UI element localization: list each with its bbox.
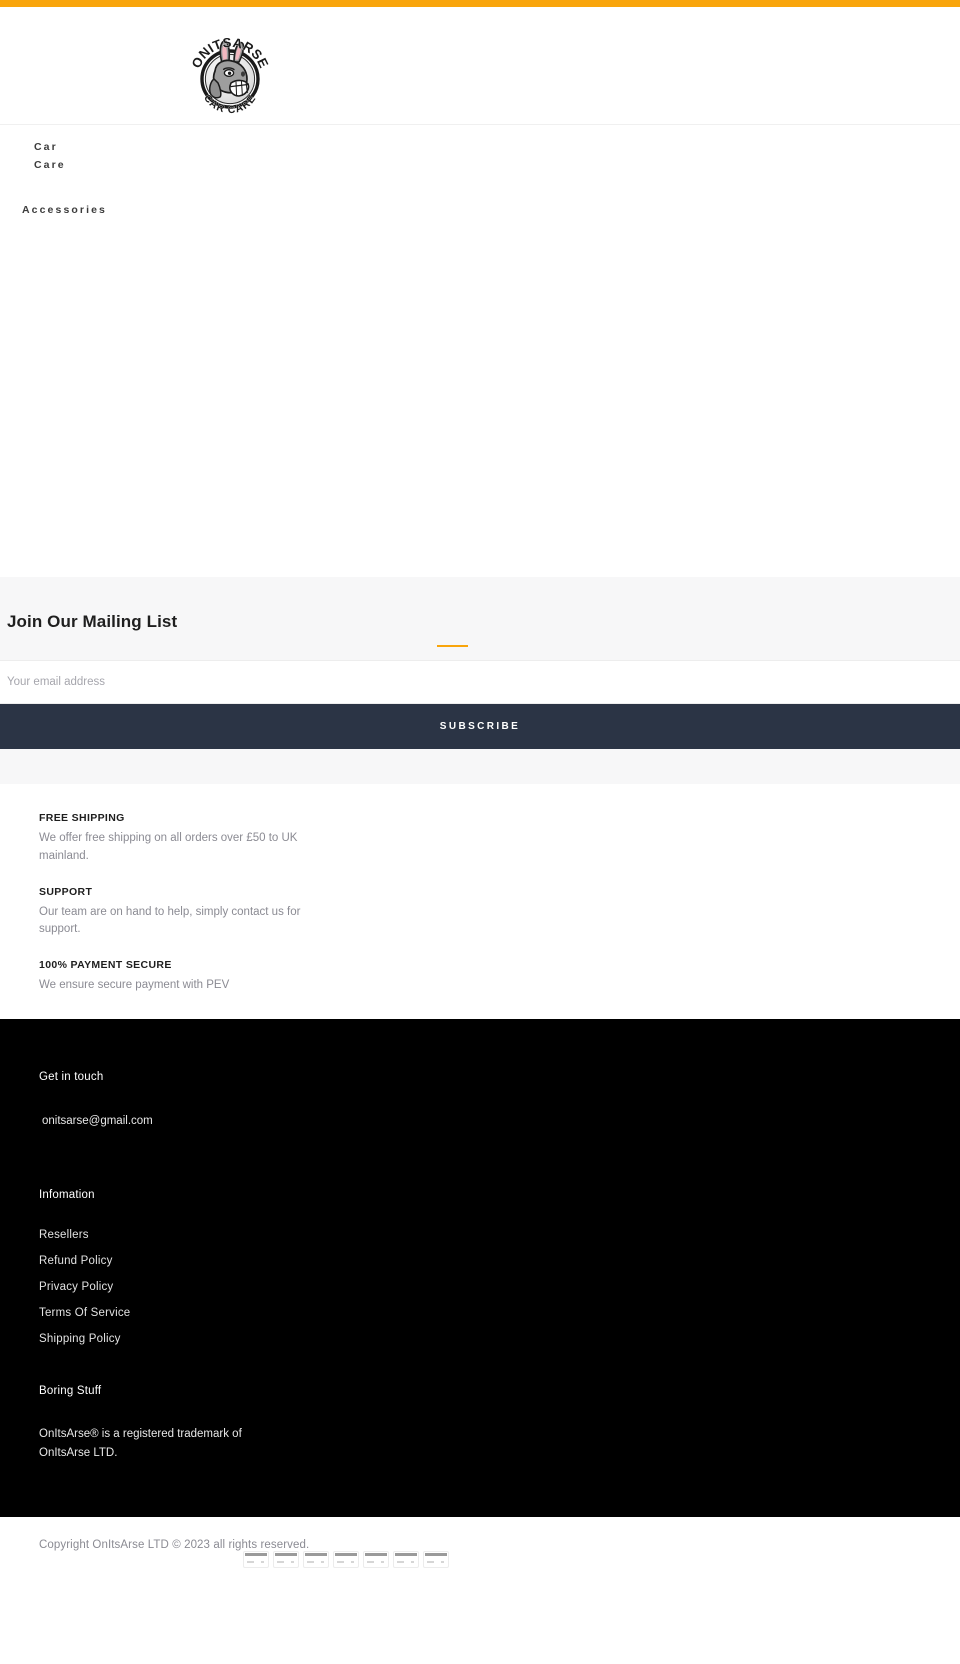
email-field-wrapper[interactable] xyxy=(0,660,960,704)
footer-link-refund-policy[interactable]: Refund Policy xyxy=(39,1255,960,1267)
payment-card-icon-6 xyxy=(393,1551,419,1569)
payment-card-icon-4 xyxy=(333,1551,359,1569)
page-root: ONITSARSE CAR CARE Car Care Accessories … xyxy=(0,0,960,1664)
footer-spacer-1 xyxy=(39,1129,960,1189)
site-header: ONITSARSE CAR CARE xyxy=(0,7,960,125)
site-logo-link[interactable]: ONITSARSE CAR CARE xyxy=(184,29,276,125)
payment-card-icon-5 xyxy=(363,1551,389,1569)
footer-email-link[interactable]: onitsarse@gmail.com xyxy=(39,1115,153,1127)
mailing-divider xyxy=(437,645,468,647)
mailing-list-heading: Join Our Mailing List xyxy=(7,612,178,631)
main-navigation: Car Care Accessories xyxy=(0,125,960,577)
feature-title: SUPPORT xyxy=(39,885,93,898)
copyright-text: Copyright OnItsArse LTD © 2023 all right… xyxy=(39,1539,310,1552)
payment-card-icon-3 xyxy=(303,1551,329,1569)
footer-information-links: Resellers Refund Policy Privacy Policy T… xyxy=(39,1229,960,1345)
onitsarse-donkey-logo-icon: ONITSARSE CAR CARE xyxy=(184,29,276,125)
footer-link-resellers[interactable]: Resellers xyxy=(39,1229,960,1241)
feature-title: FREE SHIPPING xyxy=(39,812,125,824)
mailing-section-spacer xyxy=(0,749,960,784)
footer-spacer-2 xyxy=(39,1345,960,1385)
feature-text: Our team are on hand to help, simply con… xyxy=(39,905,301,936)
nav-item-accessories[interactable]: Accessories xyxy=(0,204,960,216)
footer-trademark-text: OnItsArse® is a registered trademark of … xyxy=(39,1428,242,1459)
feature-free-shipping: FREE SHIPPING We offer free shipping on … xyxy=(39,812,960,866)
feature-payment-secure: 100% PAYMENT SECURE We ensure secure pay… xyxy=(39,959,960,995)
footer-information-heading: Infomation xyxy=(39,1189,95,1202)
copyright-bar: Copyright OnItsArse LTD © 2023 all right… xyxy=(0,1517,960,1622)
footer-link-privacy-policy[interactable]: Privacy Policy xyxy=(39,1281,960,1293)
site-footer: Get in touch onitsarse@gmail.com Infomat… xyxy=(0,1019,960,1518)
features-section: FREE SHIPPING We offer free shipping on … xyxy=(0,784,960,1020)
feature-text: We offer free shipping on all orders ove… xyxy=(39,832,298,862)
email-input[interactable] xyxy=(7,676,960,688)
feature-support: SUPPORT Our team are on hand to help, si… xyxy=(39,886,960,940)
footer-boring-stuff-heading: Boring Stuff xyxy=(39,1385,102,1398)
top-accent-bar xyxy=(0,0,960,7)
footer-link-shipping-policy[interactable]: Shipping Policy xyxy=(39,1333,960,1345)
footer-get-in-touch-heading: Get in touch xyxy=(39,1071,104,1084)
payment-card-icon-1 xyxy=(243,1551,269,1569)
payment-card-icon-2 xyxy=(273,1551,299,1569)
payment-card-icon-7 xyxy=(423,1551,449,1569)
subscribe-button[interactable]: SUBSCRIBE xyxy=(0,704,960,749)
footer-link-terms-of-service[interactable]: Terms Of Service xyxy=(39,1307,960,1319)
payment-methods xyxy=(243,1551,449,1569)
feature-title: 100% PAYMENT SECURE xyxy=(39,959,172,972)
nav-item-car-care[interactable]: Car Care xyxy=(0,139,64,174)
mailing-list-section: Join Our Mailing List xyxy=(0,577,960,660)
feature-text: We ensure secure payment with PEV xyxy=(39,979,230,992)
